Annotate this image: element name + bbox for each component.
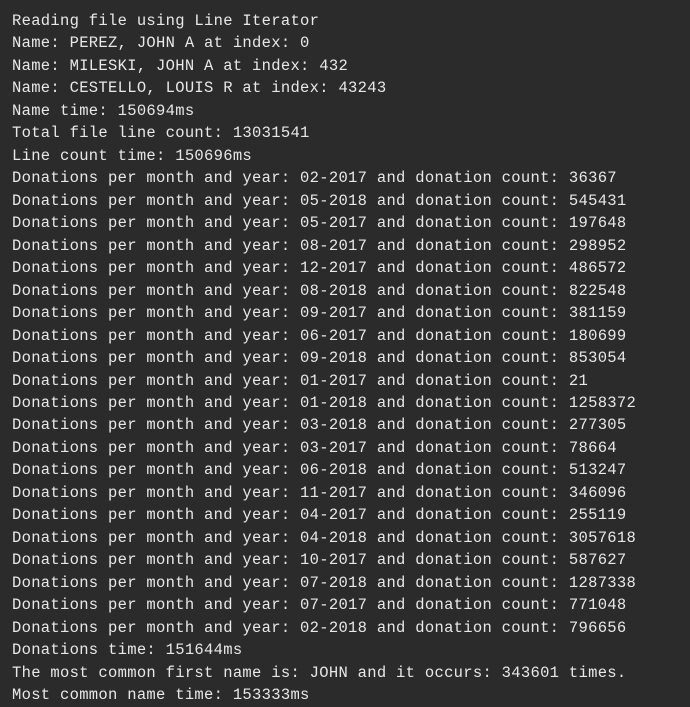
donation-line: Donations per month and year: 04-2017 an…: [12, 504, 678, 526]
donation-line: Donations per month and year: 07-2018 an…: [12, 572, 678, 594]
most-common-name-time-line: Most common name time: 153333ms: [12, 684, 678, 706]
donation-line: Donations per month and year: 07-2017 an…: [12, 594, 678, 616]
name-line: Name: CESTELLO, LOUIS R at index: 43243: [12, 77, 678, 99]
donation-line: Donations per month and year: 03-2018 an…: [12, 414, 678, 436]
donation-line: Donations per month and year: 12-2017 an…: [12, 257, 678, 279]
donation-line: Donations per month and year: 09-2018 an…: [12, 347, 678, 369]
donation-line: Donations per month and year: 10-2017 an…: [12, 549, 678, 571]
donation-line: Donations per month and year: 06-2017 an…: [12, 325, 678, 347]
donation-line: Donations per month and year: 08-2018 an…: [12, 280, 678, 302]
donation-line: Donations per month and year: 09-2017 an…: [12, 302, 678, 324]
donation-line: Donations per month and year: 05-2017 an…: [12, 212, 678, 234]
donation-line: Donations per month and year: 05-2018 an…: [12, 190, 678, 212]
name-time-line: Name time: 150694ms: [12, 100, 678, 122]
donation-line: Donations per month and year: 02-2017 an…: [12, 167, 678, 189]
donation-line: Donations per month and year: 11-2017 an…: [12, 482, 678, 504]
donation-line: Donations per month and year: 02-2018 an…: [12, 617, 678, 639]
donation-line: Donations per month and year: 01-2017 an…: [12, 370, 678, 392]
donation-line: Donations per month and year: 06-2018 an…: [12, 459, 678, 481]
donation-line: Donations per month and year: 03-2017 an…: [12, 437, 678, 459]
donation-line: Donations per month and year: 01-2018 an…: [12, 392, 678, 414]
terminal-output: Reading file using Line IteratorName: PE…: [12, 10, 678, 707]
donations-time-line: Donations time: 151644ms: [12, 639, 678, 661]
donation-line: Donations per month and year: 08-2017 an…: [12, 235, 678, 257]
line-count-time-line: Line count time: 150696ms: [12, 145, 678, 167]
name-line: Name: PEREZ, JOHN A at index: 0: [12, 32, 678, 54]
name-line: Name: MILESKI, JOHN A at index: 432: [12, 55, 678, 77]
donation-line: Donations per month and year: 04-2018 an…: [12, 527, 678, 549]
header-line: Reading file using Line Iterator: [12, 10, 678, 32]
most-common-name-line: The most common first name is: JOHN and …: [12, 662, 678, 684]
total-line-count-line: Total file line count: 13031541: [12, 122, 678, 144]
